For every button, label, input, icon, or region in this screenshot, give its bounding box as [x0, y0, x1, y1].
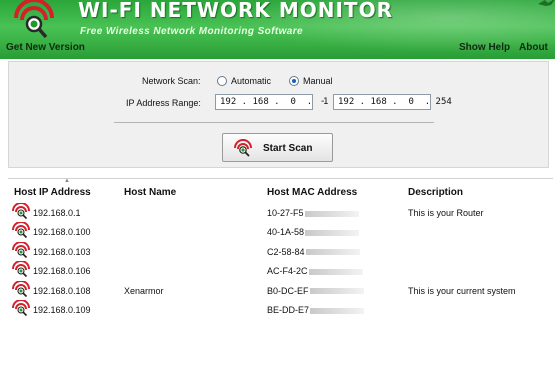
about-link[interactable]: About: [519, 42, 548, 53]
wifi-host-icon: [12, 260, 30, 278]
ip-end-field[interactable]: 192 . 168 . 0 . 254: [333, 94, 452, 110]
ip-start-field[interactable]: 192 . 168 . 0 . 1: [215, 94, 328, 110]
sort-indicator-icon: ▲: [64, 178, 70, 184]
mac-redaction: [304, 210, 359, 217]
automatic-radio[interactable]: [217, 76, 227, 86]
mac-prefix: B0-DC-EF: [267, 285, 309, 296]
mac-redaction: [310, 307, 365, 314]
panel-divider: [114, 122, 434, 123]
cell-description: This is your Router: [408, 208, 484, 218]
wifi-host-icon: [12, 221, 30, 239]
cell-mac: BE-DD-E7: [267, 305, 365, 315]
host-table[interactable]: Host IP Address ▲ Host Name Host MAC Add…: [8, 178, 553, 368]
cell-mac: C2-58-84: [267, 247, 360, 257]
mac-prefix: 10-27-F5: [267, 208, 304, 218]
mac-prefix: BE-DD-E7: [267, 305, 310, 315]
table-row[interactable]: 192.168.0.109 BE-DD-E7: [8, 299, 553, 319]
show-help-link[interactable]: Show Help: [459, 42, 510, 53]
cell-mac: 10-27-F5: [267, 208, 359, 218]
start-scan-button[interactable]: Start Scan: [222, 133, 333, 162]
cell-ip: 192.168.0.108: [33, 285, 91, 296]
cell-ip: 192.168.0.1: [33, 208, 81, 218]
automatic-label: Automatic: [231, 76, 272, 86]
start-scan-label: Start Scan: [263, 143, 313, 154]
mac-redaction: [308, 268, 363, 275]
ip-range-label: IP Address Range:: [126, 98, 201, 108]
cell-mac: B0-DC-EF: [267, 286, 364, 296]
bird-icon: [538, 0, 555, 6]
mac-prefix: AC-F4-2C: [267, 266, 308, 277]
mac-prefix: 40-1A-58: [267, 227, 305, 238]
manual-label: Manual: [303, 76, 333, 86]
app-subtitle: Free Wireless Network Monitoring Softwar…: [80, 26, 304, 37]
cell-mac: 40-1A-58: [267, 227, 360, 238]
column-header-description[interactable]: Description: [408, 187, 463, 198]
app-title: WI-FI NETWORK MONITOR: [78, 0, 393, 22]
wifi-magnifier-icon: [234, 139, 252, 157]
manual-radio[interactable]: [289, 76, 299, 86]
wifi-host-icon: [12, 279, 30, 298]
table-row[interactable]: 192.168.0.108 Xenarmor B0-DC-EF This is you…: [8, 279, 553, 300]
column-header-mac[interactable]: Host MAC Address: [267, 187, 357, 198]
cell-ip: 192.168.0.100: [33, 227, 91, 238]
wifi-host-icon: [12, 299, 30, 317]
cell-host-name: Xenarmor: [124, 285, 164, 296]
table-row[interactable]: 192.168.0.100 40-1A-58: [8, 221, 553, 241]
column-header-ip[interactable]: Host IP Address: [14, 187, 91, 198]
cell-ip: 192.168.0.106: [33, 266, 91, 277]
cell-ip: 192.168.0.109: [33, 305, 91, 315]
range-separator: -: [321, 96, 325, 107]
table-row[interactable]: 192.168.0.106 AC-F4-2C: [8, 260, 553, 280]
cell-ip: 192.168.0.103: [33, 246, 91, 257]
wifi-magnifier-icon: [14, 0, 54, 39]
cell-description: This is your current system: [408, 285, 516, 296]
mac-redaction: [305, 249, 360, 256]
cell-mac: AC-F4-2C: [267, 266, 363, 276]
mac-redaction: [309, 288, 364, 295]
column-header-host-name[interactable]: Host Name: [124, 187, 176, 198]
get-new-version-link[interactable]: Get New Version: [6, 42, 85, 53]
wifi-host-icon: [12, 202, 30, 220]
network-scan-label: Network Scan:: [142, 76, 201, 86]
table-row[interactable]: 192.168.0.103 C2-58-84: [8, 240, 553, 261]
wifi-host-icon: [12, 240, 30, 259]
mac-prefix: C2-58-84: [267, 246, 305, 257]
table-row[interactable]: 192.168.0.1 10-27-F5 This is your Router: [8, 202, 553, 222]
mac-redaction: [305, 230, 360, 237]
scan-settings-panel: Network Scan: Automatic Manual IP Addres…: [8, 61, 549, 168]
app-header: WI-FI NETWORK MONITOR Free Wireless Netw…: [0, 0, 555, 59]
